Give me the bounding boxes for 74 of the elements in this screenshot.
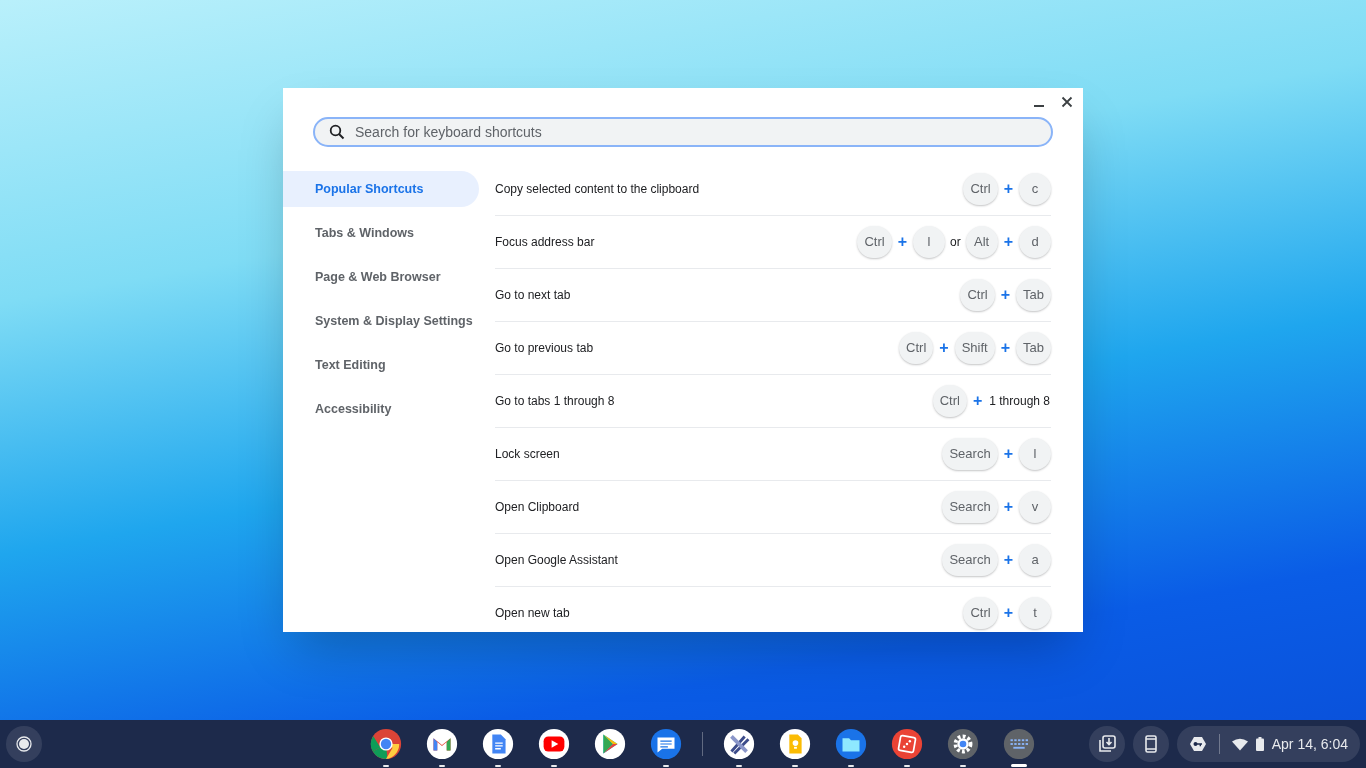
key-cap: Tab: [1016, 279, 1051, 311]
sidebar-item[interactable]: Tabs & Windows: [283, 215, 479, 251]
phone-hub-button[interactable]: [1132, 726, 1169, 762]
launcher-icon: [16, 736, 32, 752]
folder-app-icon[interactable]: [834, 727, 868, 761]
key-cap: Search: [942, 491, 998, 523]
key-cap: Ctrl: [963, 173, 998, 205]
key-cap: Ctrl: [963, 597, 998, 629]
download-tray-icon: [1097, 735, 1116, 753]
keyboard-app-icon[interactable]: [1002, 727, 1036, 761]
sidebar-item[interactable]: Popular Shortcuts: [283, 171, 479, 207]
date-time: Apr 14, 6:04: [1271, 734, 1348, 754]
plus-sign: +: [1002, 603, 1014, 623]
key-cap: l: [1019, 438, 1051, 470]
shortcut-description: Go to tabs 1 through 8: [495, 393, 615, 410]
wifi-icon: [1231, 737, 1248, 751]
key-cap: l: [913, 226, 945, 258]
shortcut-text: or: [949, 234, 962, 251]
document-app-icon[interactable]: [481, 727, 515, 761]
key-icon: [1188, 736, 1207, 752]
sidebar-item[interactable]: Accessibility: [283, 391, 479, 427]
key-cap: c: [1019, 173, 1051, 205]
shortcut-description: Lock screen: [495, 446, 560, 463]
shortcut-description: Focus address bar: [495, 234, 595, 251]
video-app-icon[interactable]: [537, 727, 571, 761]
plus-sign: +: [1002, 497, 1014, 517]
key-cap: Search: [942, 544, 998, 576]
sidebar-item[interactable]: System & Display Settings: [283, 303, 479, 339]
shortcut-description: Copy selected content to the clipboard: [495, 181, 700, 198]
shortcut-description: Open Clipboard: [495, 499, 580, 516]
battery-icon: [1255, 737, 1264, 751]
search-icon: [329, 124, 345, 140]
shortcut-description: Go to previous tab: [495, 340, 594, 357]
plus-sign: +: [999, 338, 1012, 358]
key-cap: Search: [942, 438, 998, 470]
note-app-icon[interactable]: [778, 727, 812, 761]
key-cap: Tab: [1016, 332, 1051, 364]
chat-app-icon[interactable]: [649, 727, 683, 761]
plus-sign: +: [1002, 444, 1014, 464]
mail-app-icon[interactable]: [425, 727, 459, 761]
shortcut-description: Open Google Assistant: [495, 552, 618, 569]
plus-sign: +: [1002, 179, 1014, 199]
key-cap: Ctrl: [857, 226, 892, 258]
settings-icon[interactable]: [946, 727, 980, 761]
drawing-tools-app-icon[interactable]: [722, 727, 756, 761]
key-cap: Ctrl: [960, 279, 995, 311]
key-cap: v: [1019, 491, 1051, 523]
dice-app-icon[interactable]: [890, 727, 924, 761]
plus-sign: +: [971, 391, 984, 411]
plus-sign: +: [999, 285, 1012, 305]
status-tray[interactable]: Apr 14, 6:04: [1176, 726, 1360, 762]
sidebar-item[interactable]: Text Editing: [283, 347, 479, 383]
shortcut-description: Go to next tab: [495, 287, 571, 304]
plus-sign: +: [896, 232, 908, 252]
sidebar-item[interactable]: Page & Web Browser: [283, 259, 479, 295]
phone-icon: [1144, 735, 1157, 753]
key-cap: a: [1019, 544, 1051, 576]
holding-space-button[interactable]: [1088, 726, 1125, 762]
store-app-icon[interactable]: [593, 727, 627, 761]
close-icon[interactable]: [1061, 96, 1073, 108]
key-cap: Alt: [965, 226, 998, 258]
plus-sign: +: [938, 338, 950, 358]
key-cap: t: [1019, 597, 1051, 629]
shortcut-description: Open new tab: [495, 605, 570, 622]
search-field[interactable]: Search for keyboard shortcuts: [313, 117, 1053, 147]
launcher-button[interactable]: [6, 726, 42, 762]
key-cap: Ctrl: [899, 332, 934, 364]
key-cap: d: [1019, 226, 1051, 258]
plus-sign: +: [1002, 550, 1014, 570]
browser-app-icon[interactable]: [369, 727, 403, 761]
key-cap: Shift: [954, 332, 995, 364]
plus-sign: +: [1002, 232, 1014, 252]
key-cap: Ctrl: [932, 385, 967, 417]
shortcut-text: 1 through 8: [988, 393, 1051, 410]
